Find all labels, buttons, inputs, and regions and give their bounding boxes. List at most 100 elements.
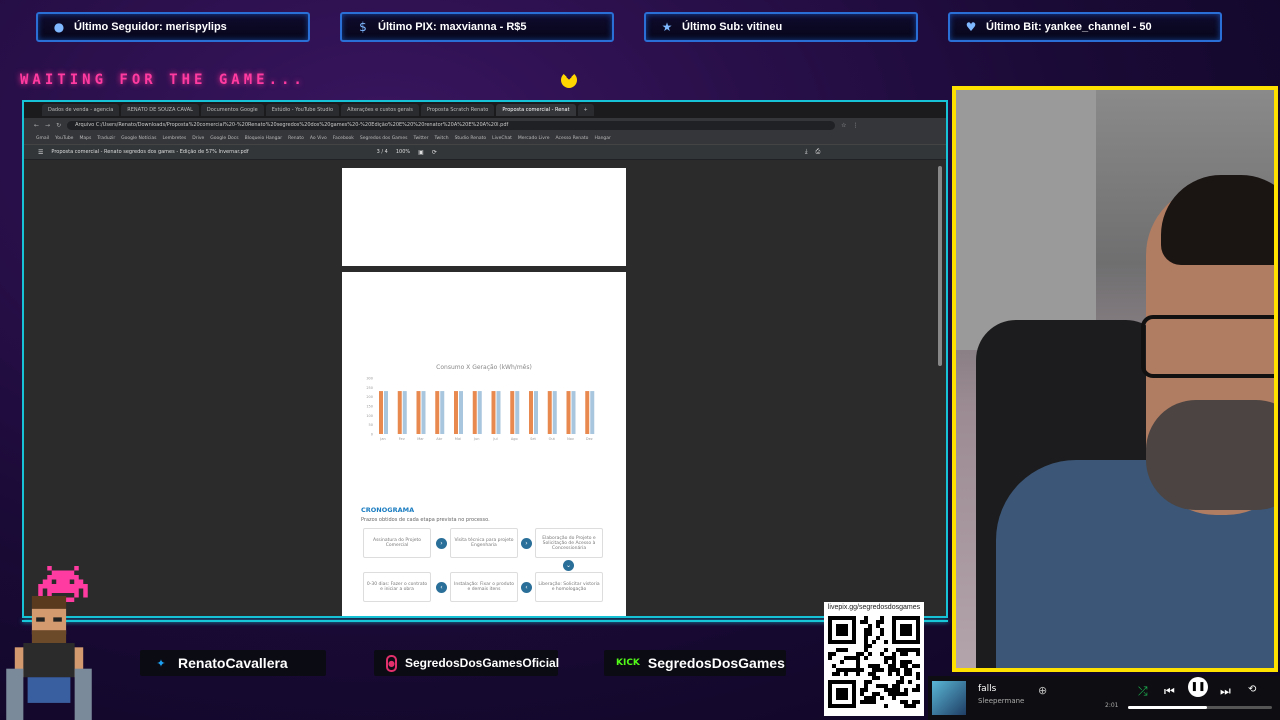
- alert-label: Último Bit: yankee_channel - 50: [986, 21, 1152, 33]
- bookmark-item[interactable]: Bloqueio Hangar: [245, 136, 282, 141]
- reload-icon[interactable]: ↻: [56, 122, 61, 129]
- qr-label: livepix.gg/segredosdosgames: [827, 604, 921, 611]
- pdf-toolbar: ☰ Proposta comercial - Renato segredos d…: [24, 145, 946, 159]
- pdf-page: Consumo X Geração (kWh/mês) 0 50 100 150 200…: [342, 272, 626, 616]
- download-icon[interactable]: ⤓: [805, 148, 808, 156]
- rotate-icon[interactable]: ⟳: [432, 149, 437, 156]
- alert-label: Último Sub: vitineu: [682, 21, 783, 33]
- bookmark-item[interactable]: Lembretes: [162, 136, 186, 141]
- bookmark-item[interactable]: Maps: [79, 136, 91, 141]
- user-icon: ●: [53, 20, 65, 34]
- bookmark-item[interactable]: Google Notícias: [121, 136, 156, 141]
- browser-tab[interactable]: Proposta Scratch Renato: [420, 104, 495, 116]
- pdf-title: Proposta comercial - Renato segredos dos…: [51, 149, 249, 155]
- social-twitter: ✦ RenatoCavallera: [140, 650, 326, 676]
- bar-Jul-0: [491, 391, 496, 434]
- track-artist: Sleepermane: [978, 697, 1025, 705]
- shuffle-icon[interactable]: ⤮: [1138, 684, 1148, 699]
- bar-Mar-0: [416, 391, 421, 434]
- next-icon[interactable]: ⏭: [1220, 684, 1231, 699]
- bar-Nov-1: [571, 391, 576, 434]
- bookmark-item[interactable]: LiveChat: [492, 136, 512, 141]
- star-icon: ★: [661, 20, 673, 34]
- progress-bar[interactable]: [1128, 706, 1272, 709]
- browser-tab-active[interactable]: Proposta comercial - Renat: [496, 104, 576, 116]
- bar-Out-0: [547, 391, 552, 434]
- spotify-player: falls Sleepermane ⊕ ⤮ ⏮ ❚❚ ⏭ ⟲ 2:01: [928, 676, 1280, 720]
- bar-Out-1: [552, 391, 557, 434]
- bar-Dez-1: [590, 391, 595, 434]
- bookmark-item[interactable]: Facebook: [333, 136, 354, 141]
- new-tab-button[interactable]: +: [577, 104, 594, 116]
- browser-tab[interactable]: Estúdio - YouTube Studio: [265, 104, 340, 116]
- x-tick-label: Ago: [511, 437, 518, 441]
- bookmark-item[interactable]: Renato: [288, 136, 304, 141]
- print-icon[interactable]: ⎙: [816, 148, 821, 156]
- x-tick-label: Mai: [455, 437, 461, 441]
- bookmarks-bar: Gmail YouTube Maps Traduzir Google Notícias L…: [24, 132, 946, 145]
- bar-Jan-1: [384, 391, 388, 434]
- repeat-icon[interactable]: ⟲: [1248, 684, 1256, 695]
- twitter-icon: ✦: [156, 656, 166, 670]
- menu-icon[interactable]: ⋮: [852, 122, 858, 129]
- x-tick-label: Dez: [586, 437, 593, 441]
- bookmark-item[interactable]: Gmail: [36, 136, 49, 141]
- pdf-zoom[interactable]: 100%: [396, 149, 410, 155]
- crono-step: Elaboração do Projeto e Solicitação de A…: [535, 528, 603, 558]
- browser-tab[interactable]: Dados de venda - agencia: [42, 104, 120, 116]
- crono-subtitle: Prazos obtidos de cada etapa prevista no…: [361, 517, 490, 523]
- bookmark-item[interactable]: Drive: [192, 136, 204, 141]
- star-bookmark-icon[interactable]: ☆: [841, 122, 846, 129]
- x-tick-label: Out: [549, 437, 556, 441]
- bookmark-item[interactable]: Traduzir: [97, 136, 115, 141]
- bookmark-item[interactable]: Twitter: [413, 136, 428, 141]
- wall-art: [956, 90, 1096, 350]
- bar-Nov-0: [566, 391, 571, 434]
- pdf-page-indicator[interactable]: 3 / 4: [377, 149, 388, 155]
- pause-button[interactable]: ❚❚: [1188, 677, 1208, 697]
- x-tick-label: Nov: [567, 437, 574, 441]
- add-icon[interactable]: ⊕: [1038, 684, 1047, 697]
- forward-icon[interactable]: →: [45, 122, 50, 129]
- bar-Abr-0: [435, 391, 440, 434]
- bookmark-item[interactable]: Studio Renato: [455, 136, 487, 141]
- y-tick-label: 50: [369, 423, 373, 427]
- tab-strip: Dados de venda - agencia RENATO DE SOUZA…: [24, 102, 946, 118]
- x-tick-label: Jun: [473, 437, 479, 441]
- bookmark-item[interactable]: Twitch: [435, 136, 449, 141]
- instagram-icon: ●: [386, 654, 397, 672]
- bookmark-item[interactable]: Ao Vivo: [310, 136, 327, 141]
- fit-page-icon[interactable]: ▣: [418, 149, 424, 156]
- bookmark-item[interactable]: Mercado Livre: [518, 136, 550, 141]
- browser-tab[interactable]: Documentos Google: [200, 104, 264, 116]
- bar-Jan-0: [379, 391, 383, 434]
- y-tick-label: 300: [366, 377, 373, 381]
- bookmark-item[interactable]: Acesso Renato: [556, 136, 589, 141]
- scrollbar[interactable]: [938, 166, 942, 366]
- bookmark-item[interactable]: Segredos dos Games: [360, 136, 408, 141]
- back-icon[interactable]: ←: [34, 122, 39, 129]
- bar-Jun-0: [472, 391, 477, 434]
- pdf-page-blank: [342, 168, 626, 266]
- qr-code-icon: [828, 616, 920, 708]
- social-instagram: ● SegredosDosGamesOficial: [374, 650, 559, 676]
- address-bar[interactable]: Arquivo C:/Users/Renato/Downloads/Propos…: [67, 120, 836, 130]
- pixel-avatar-icon: [6, 596, 92, 720]
- y-tick-label: 100: [366, 414, 373, 418]
- bookmark-item[interactable]: Hangar: [594, 136, 610, 141]
- browser-tab[interactable]: RENATO DE SOUZA CAVAL: [121, 104, 199, 116]
- glasses: [1141, 315, 1274, 378]
- alert-last-bit: ♥ Último Bit: yankee_channel - 50: [948, 12, 1222, 42]
- bookmark-item[interactable]: YouTube: [55, 136, 73, 141]
- hamburger-icon[interactable]: ☰: [38, 149, 43, 156]
- previous-icon[interactable]: ⏮: [1164, 684, 1175, 699]
- arrow-left-icon: ‹: [521, 582, 532, 593]
- neon-divider: [22, 620, 948, 622]
- pdf-viewer[interactable]: Consumo X Geração (kWh/mês) 0 50 100 150 200…: [24, 160, 946, 616]
- crono-step: Visita técnica para projeto Engenharia: [450, 528, 518, 558]
- browser-tab[interactable]: Alterações e custos gerais: [341, 104, 419, 116]
- crono-step: Assinatura do Projeto Comercial: [363, 528, 431, 558]
- y-tick-label: 0: [371, 433, 373, 437]
- bookmark-item[interactable]: Google Docs: [210, 136, 238, 141]
- address-row: ← → ↻ Arquivo C:/Users/Renato/Downloads/…: [24, 118, 946, 132]
